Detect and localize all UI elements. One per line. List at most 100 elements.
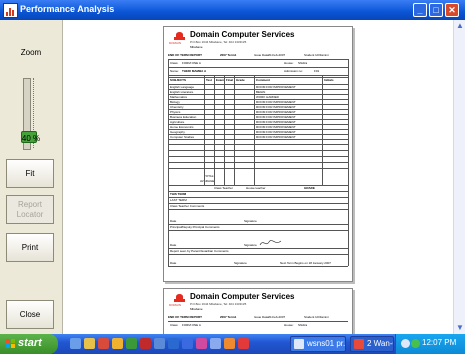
signature-scribble	[259, 240, 282, 246]
last-term-label: LAST TERM	[170, 198, 187, 202]
class-value: FORM ONE A	[182, 61, 201, 65]
quick-launch-icon-2[interactable]	[84, 338, 95, 349]
logo-text-2: DOMAIN	[169, 303, 181, 307]
table-row-divider	[168, 139, 348, 140]
logo-text: DOMAIN	[169, 41, 181, 45]
clock: 12:07 PM	[422, 338, 457, 347]
scroll-up-icon[interactable]: ▲	[454, 20, 465, 32]
class-teacher-comments-label: Class Teacher Comments	[170, 204, 205, 208]
quick-launch-icon-10[interactable]	[196, 338, 207, 349]
table-header-cell: Comment	[256, 78, 270, 82]
quick-launch-icon-8[interactable]	[168, 338, 179, 349]
quick-launch-icon-1[interactable]	[70, 338, 81, 349]
antivirus-icon[interactable]	[411, 339, 420, 348]
report-title: END OF TERM REPORT	[168, 53, 203, 57]
house-label: House:	[284, 61, 294, 65]
company-name-2: Domain Computer Services	[190, 292, 295, 301]
table-header-cell: Exam	[216, 78, 225, 82]
report-locator-button[interactable]: Report Locator	[6, 195, 54, 224]
this-term-label: THIS TERM	[170, 192, 187, 196]
table-row-divider	[168, 144, 348, 145]
zoom-label: Zoom	[20, 48, 42, 57]
quick-launch-icon-4[interactable]	[112, 338, 123, 349]
domain-logo	[174, 32, 185, 41]
table-column-divider	[322, 75, 323, 185]
report-viewer: DOMAIN Domain Computer Services P.O.Box …	[63, 20, 453, 334]
class-value-2: FORM ONE A	[182, 323, 201, 327]
signature-label-3: Signature	[234, 261, 247, 265]
house-teacher-label: House teacher	[246, 186, 266, 190]
issue-date-label-2: Issue Date:	[254, 315, 270, 319]
quick-launch-icon-6[interactable]	[140, 338, 151, 349]
quick-launch-icon-9[interactable]	[182, 338, 193, 349]
student-name: THEDI MAMBA A	[182, 69, 207, 73]
house-label-2: House:	[284, 323, 294, 327]
system-tray: 12:07 PM	[395, 334, 465, 354]
admission-value: F01	[314, 69, 320, 73]
table-column-divider	[204, 75, 205, 185]
sidebar: Zoom 40 % Fit Report Locator Print Close	[0, 20, 63, 334]
fit-button[interactable]: Fit	[6, 159, 54, 188]
issue-date: 20-Feb-2007	[268, 53, 286, 57]
admission-label: Admission no:	[284, 69, 303, 73]
name-label: Name:	[170, 69, 179, 73]
taskbar-task-wsns01[interactable]: wsns01 pr...	[290, 336, 346, 352]
windows-flag-icon	[6, 339, 16, 349]
company-address-2: P.O.Box 1644 Mbabane, Tel: 404 1333/4/5	[190, 302, 247, 306]
company-address: P.O.Box 1644 Mbabane, Tel: 404 1333/4/5	[190, 40, 247, 44]
quick-launch-icon-13[interactable]	[238, 338, 249, 349]
class-label: Class:	[170, 61, 179, 65]
class-teacher-label: Class Teacher	[214, 186, 233, 190]
issue-date-2: 20-Feb-2007	[268, 315, 286, 319]
issue-date-label: Issue Date:	[254, 53, 270, 57]
student-id-2: Student Id:Dlamini	[304, 315, 329, 319]
quick-launch-icon-7[interactable]	[154, 338, 165, 349]
domain-logo-2	[174, 294, 185, 303]
app-icon	[3, 3, 18, 18]
close-window-button[interactable]: ✕	[445, 3, 459, 17]
scroll-down-icon[interactable]: ▼	[454, 322, 465, 334]
taskbar-task-wan01[interactable]: 2 Wan-01	[350, 336, 394, 352]
table-column-divider	[224, 75, 225, 185]
table-column-divider	[254, 75, 255, 185]
quick-launch-icon-11[interactable]	[210, 338, 221, 349]
principal-comments-label: Principal/Deputy Principal Comments	[170, 225, 220, 229]
table-header-cell: SUBJECTS	[170, 78, 187, 82]
print-button[interactable]: Print	[6, 233, 54, 262]
company-name: Domain Computer Services	[190, 30, 295, 39]
maximize-button[interactable]: □	[429, 3, 443, 17]
network-icon[interactable]	[401, 339, 410, 348]
table-header-cell: Test	[206, 78, 212, 82]
student-id: Student Id:Dlamini	[304, 53, 329, 57]
grade-label: GRADE	[304, 186, 315, 190]
minimize-button[interactable]: _	[413, 3, 427, 17]
house-value-2: Shidza	[298, 323, 308, 327]
quick-launch-icon-12[interactable]	[224, 338, 235, 349]
company-location-2: Mbabane	[190, 307, 203, 311]
vertical-scrollbar[interactable]: ▲ ▼	[453, 20, 465, 334]
table-header-cell: Final	[226, 78, 234, 82]
date-label-2: Date	[170, 243, 177, 247]
report-title-2: END OF TERM REPORT	[168, 315, 203, 319]
house-value: Shidza	[298, 61, 308, 65]
start-label: start	[18, 337, 42, 349]
date-label-3: Date	[170, 261, 177, 265]
report-page-2: DOMAIN Domain Computer Services P.O.Box …	[163, 288, 353, 334]
table-header-cell: Grade	[236, 78, 245, 82]
title-bar: Performance Analysis _ □ ✕	[0, 0, 465, 20]
close-button[interactable]: Close	[6, 300, 54, 329]
table-column-divider	[214, 75, 215, 185]
taskbar: start wsns01 pr... 2 Wan-01 12:07 PM	[0, 334, 465, 354]
date-label-1: Date	[170, 219, 177, 223]
window-title: Performance Analysis	[20, 4, 115, 14]
signature-label-2: Signature	[244, 243, 257, 247]
start-button[interactable]: start	[0, 334, 58, 354]
report-term: 2007 Term1	[220, 53, 237, 57]
table-row-divider	[168, 150, 348, 151]
report-term-2: 2007 Term1	[220, 315, 237, 319]
table-row-divider	[168, 156, 348, 157]
quick-launch-icon-3[interactable]	[98, 338, 109, 349]
quick-launch-icon-5[interactable]	[126, 338, 137, 349]
table-column-divider	[234, 75, 235, 185]
parent-comments-label: Report seen by Parent/Guardian Comments	[170, 249, 229, 253]
